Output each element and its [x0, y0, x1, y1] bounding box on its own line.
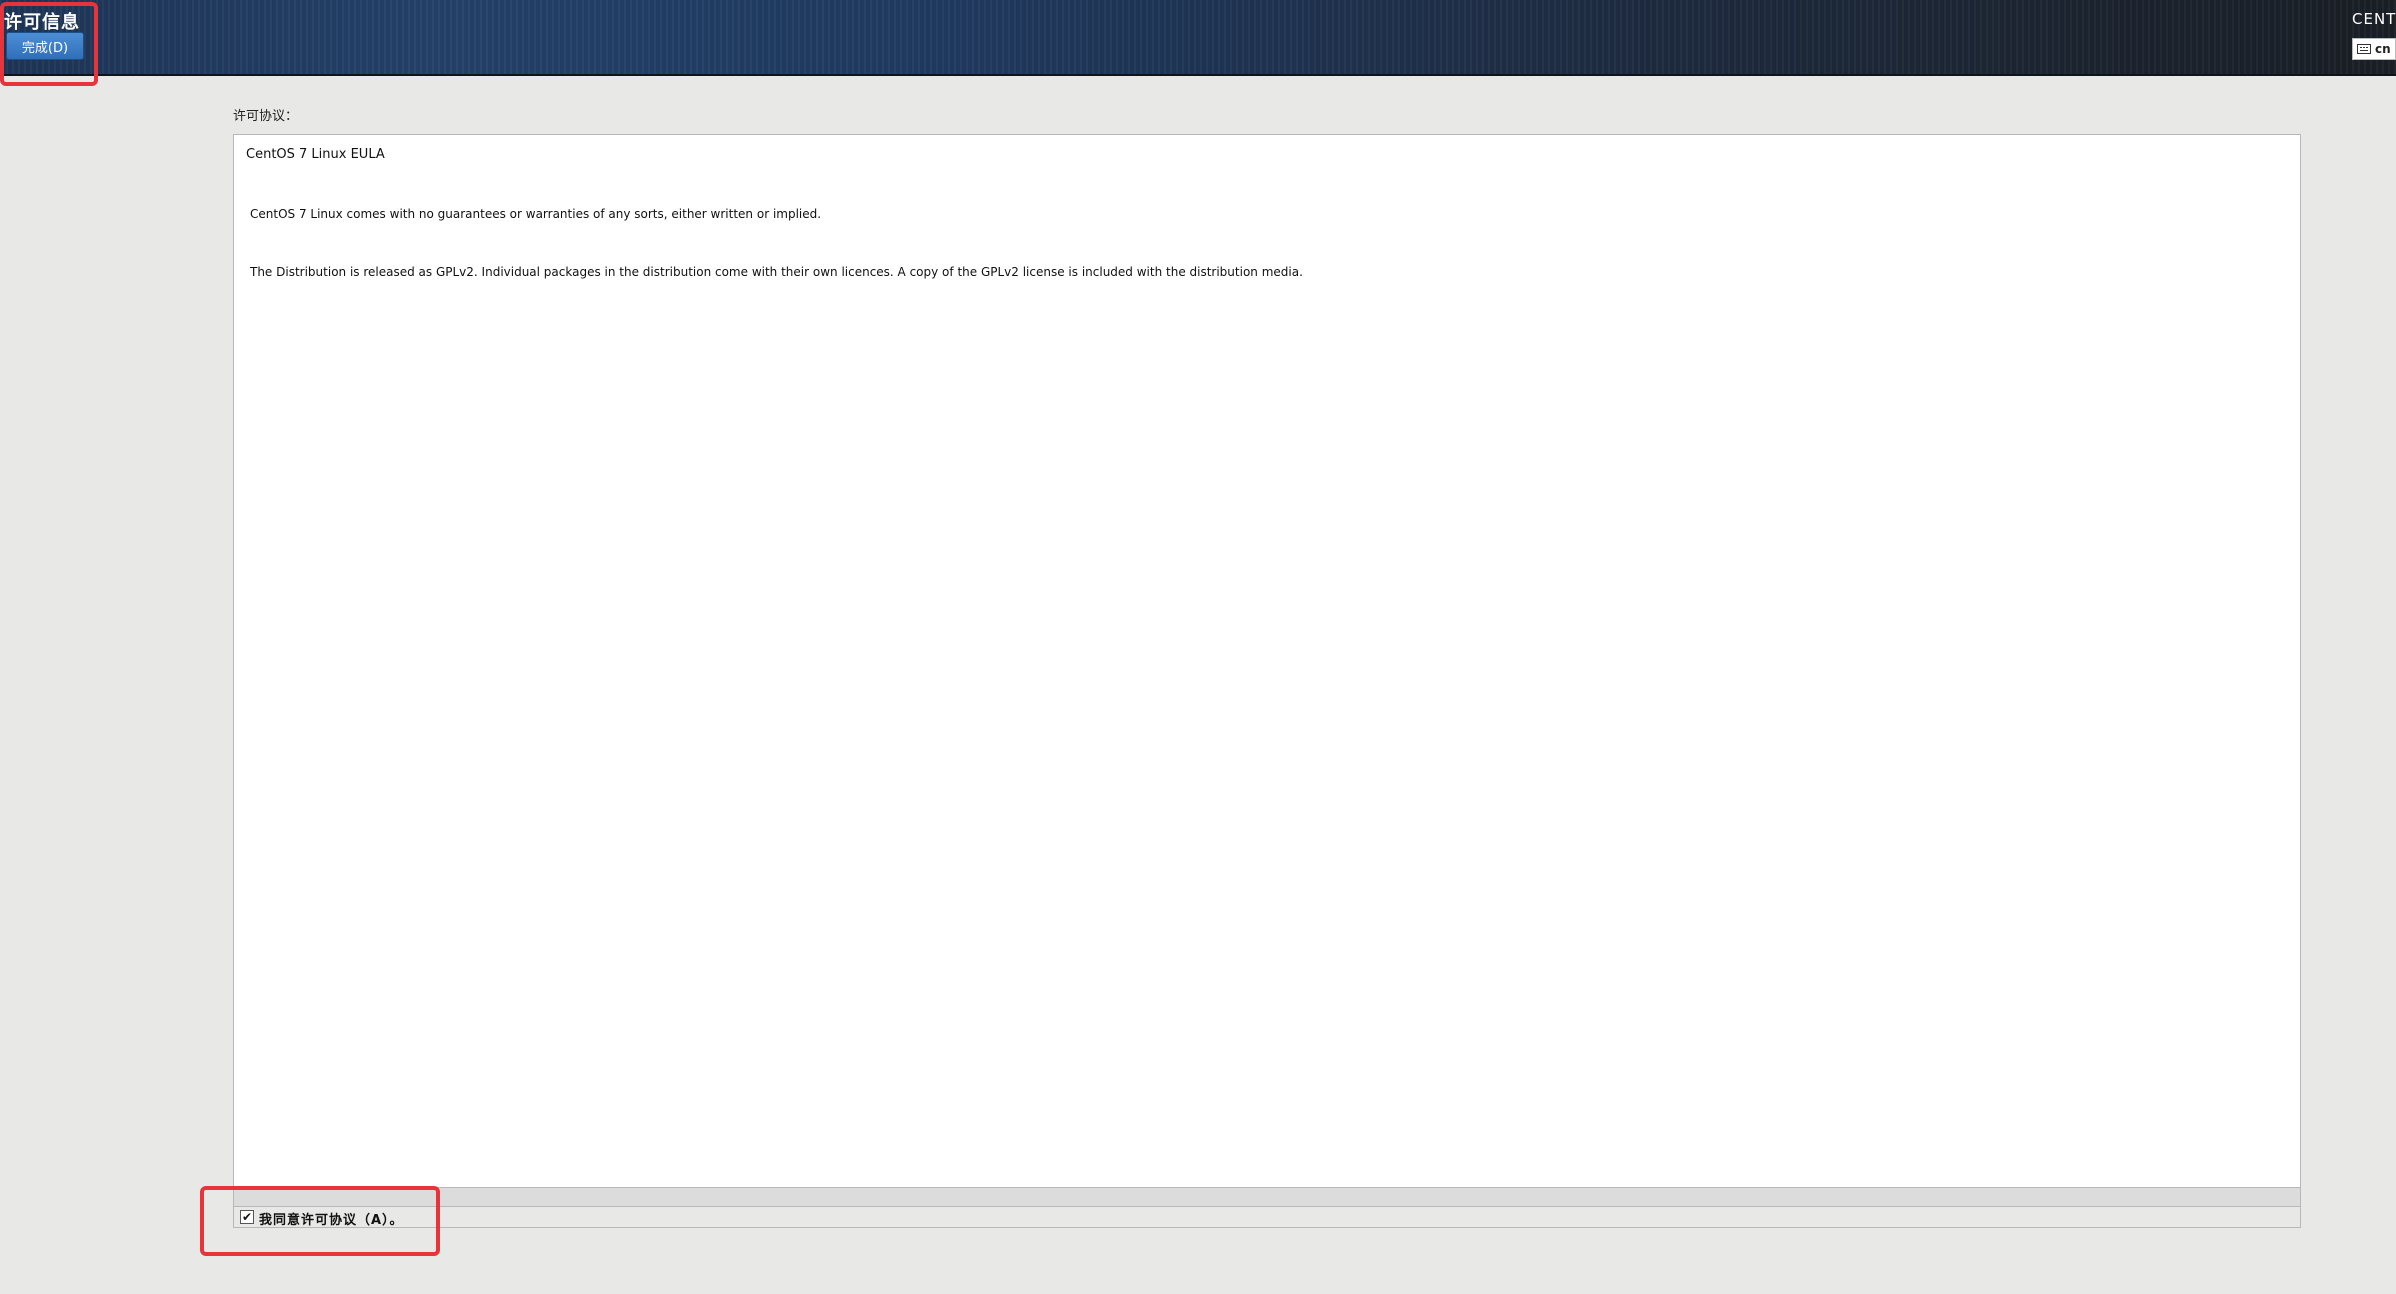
keyboard-icon	[2357, 44, 2371, 54]
license-section-label: 许可协议：	[233, 109, 299, 124]
agree-checkbox-label[interactable]: 我同意许可协议（A）。	[259, 1209, 404, 1228]
keyboard-layout-label: cn	[2375, 42, 2391, 56]
eula-text-view[interactable]: CentOS 7 Linux EULA CentOS 7 Linux comes…	[233, 134, 2301, 1188]
agree-checkbox[interactable]: ✔	[240, 1210, 254, 1224]
keyboard-layout-indicator[interactable]: cn	[2352, 38, 2396, 60]
agree-row: ✔ 我同意许可协议（A）。	[233, 1206, 2301, 1228]
product-name: CENTOS	[2352, 10, 2396, 28]
eula-paragraph: CentOS 7 Linux comes with no guarantees …	[250, 207, 822, 221]
done-button[interactable]: 完成(D)	[6, 32, 84, 60]
horizontal-scrollbar[interactable]	[233, 1188, 2301, 1206]
eula-paragraph: The Distribution is released as GPLv2. I…	[250, 265, 1303, 279]
eula-title: CentOS 7 Linux EULA	[246, 147, 385, 162]
checkmark-icon: ✔	[241, 1210, 253, 1224]
spoke-title: 许可信息	[4, 12, 80, 33]
top-bar: 许可信息 完成(D) CENTOS cn	[0, 0, 2396, 76]
